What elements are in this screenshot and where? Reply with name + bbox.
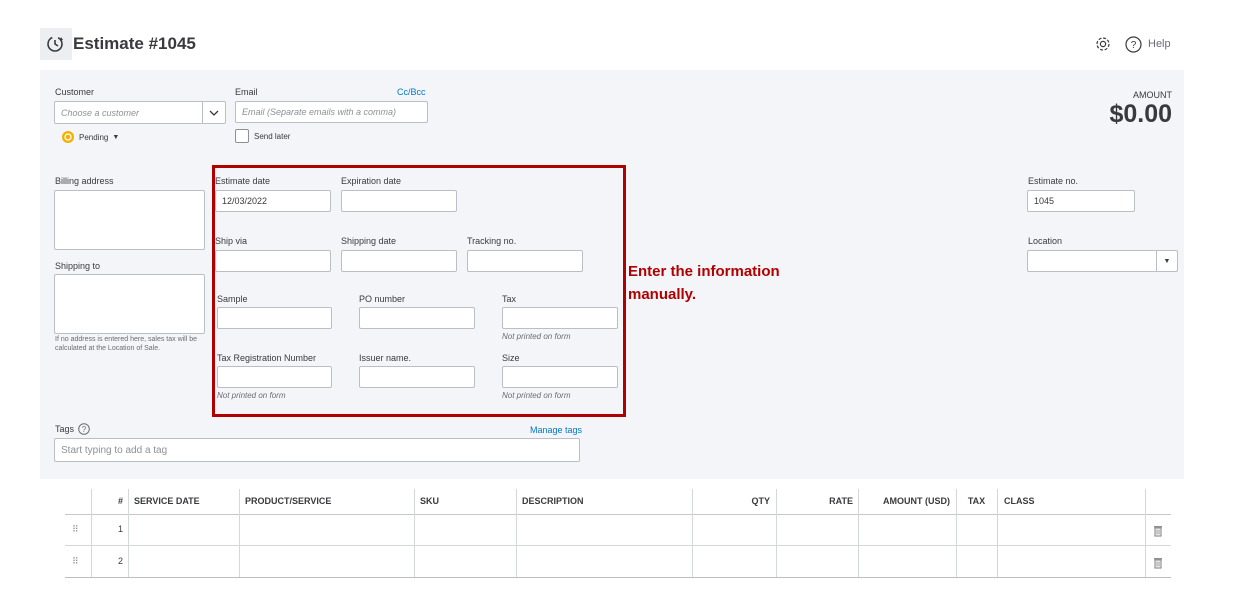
caret-down-icon: ▼ <box>112 133 120 141</box>
table-row-divider <box>65 545 1171 546</box>
estimate-type-icon[interactable] <box>40 28 72 60</box>
amount-value: $0.00 <box>1109 100 1172 128</box>
col-divider <box>997 489 998 577</box>
col-header-number: # <box>117 496 123 506</box>
shipping-to-label: Shipping to <box>55 261 101 271</box>
col-header-product-service: PRODUCT/SERVICE <box>245 496 332 506</box>
col-header-qty: QTY <box>751 496 770 506</box>
col-header-sku: SKU <box>420 496 440 506</box>
help-button[interactable]: ? Help <box>1125 35 1171 53</box>
row-number: 1 <box>117 524 123 534</box>
page-title: Estimate #1045 <box>73 34 196 53</box>
email-placeholder: Email (Separate emails with a comma) <box>242 107 397 117</box>
col-divider <box>128 489 129 577</box>
email-field[interactable]: Email (Separate emails with a comma) <box>235 101 428 123</box>
col-divider <box>239 489 240 577</box>
clock-arrow-icon <box>47 36 63 52</box>
status-label: Pending <box>79 132 109 142</box>
annotation-highlight-box <box>212 165 626 417</box>
row-number: 2 <box>117 556 123 566</box>
email-label: Email <box>235 87 258 97</box>
estimate-no-value: 1045 <box>1034 196 1055 206</box>
svg-text:?: ? <box>82 425 87 434</box>
col-divider <box>516 489 517 577</box>
table-bottom-border <box>65 577 1171 578</box>
drag-handle-icon[interactable]: ⠿ <box>72 556 79 567</box>
location-select[interactable]: ▼ <box>1027 250 1178 272</box>
customer-select[interactable]: Choose a customer <box>54 101 226 124</box>
col-header-rate: RATE <box>829 496 853 506</box>
svg-text:?: ? <box>1131 40 1137 51</box>
estimate-no-label: Estimate no. <box>1028 176 1079 186</box>
pending-status-icon <box>62 131 74 143</box>
table-bottom-border-header <box>65 514 1171 515</box>
tags-help-icon[interactable]: ? <box>78 423 90 435</box>
billing-address-field[interactable] <box>54 190 205 250</box>
cc-bcc-link[interactable]: Cc/Bcc <box>397 87 426 97</box>
manage-tags-link[interactable]: Manage tags <box>530 425 582 435</box>
tags-input[interactable]: Start typing to add a tag <box>54 438 580 462</box>
annotation-text: Enter the information manually. <box>628 260 780 306</box>
help-label: Help <box>1148 38 1171 50</box>
col-header-class: CLASS <box>1004 496 1035 506</box>
customer-placeholder: Choose a customer <box>61 107 140 118</box>
chevron-down-icon[interactable] <box>202 102 225 123</box>
tags-label: Tags <box>55 424 75 434</box>
location-label: Location <box>1028 236 1063 246</box>
col-header-amount: AMOUNT (USD) <box>883 496 950 506</box>
tags-header: Tags ? <box>55 423 90 435</box>
col-divider <box>414 489 415 577</box>
col-header-service-date: SERVICE DATE <box>134 496 200 506</box>
col-header-description: DESCRIPTION <box>522 496 584 506</box>
tags-placeholder: Start typing to add a tag <box>61 444 168 456</box>
annotation-line-1: Enter the information <box>628 263 780 280</box>
annotation-line-2: manually. <box>628 286 697 303</box>
delete-row-trash-icon[interactable] <box>1153 524 1163 542</box>
help-question-icon: ? <box>1125 35 1142 53</box>
amount-label: AMOUNT <box>1133 90 1172 100</box>
shipping-note: If no address is entered here, sales tax… <box>55 336 198 352</box>
col-header-tax: TAX <box>967 496 986 506</box>
customer-label: Customer <box>55 87 95 97</box>
col-divider <box>1145 489 1146 577</box>
send-later-label: Send later <box>254 132 291 141</box>
status-dropdown[interactable]: Pending ▼ <box>61 130 119 144</box>
send-later-checkbox[interactable] <box>235 129 249 143</box>
settings-gear-icon[interactable] <box>1094 35 1112 53</box>
shipping-to-field[interactable] <box>54 274 205 334</box>
billing-address-label: Billing address <box>55 176 114 186</box>
drag-handle-icon[interactable]: ⠿ <box>72 524 79 535</box>
caret-down-icon[interactable]: ▼ <box>1156 251 1177 271</box>
delete-row-trash-icon[interactable] <box>1153 556 1163 574</box>
estimate-no-field[interactable]: 1045 <box>1027 190 1135 212</box>
